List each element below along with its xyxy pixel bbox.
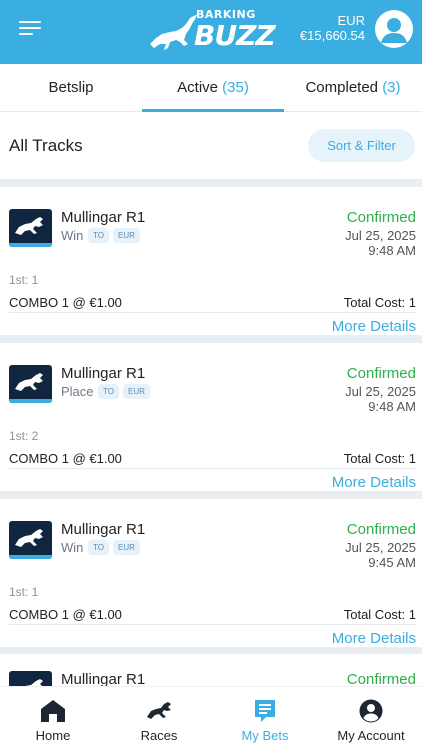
bet-type: Win	[61, 228, 84, 243]
tab-label: Betslip	[48, 79, 94, 96]
nav-label: Races	[140, 728, 178, 743]
nav-label: Home	[35, 728, 71, 743]
bet-date: Jul 25, 2025	[345, 228, 416, 243]
currency-badge: EUR	[113, 228, 140, 243]
bet-card[interactable]: Mullingar R1 Win TO EUR Confirmed Jul 25…	[0, 499, 422, 647]
greyhound-icon	[9, 365, 52, 403]
menu-icon[interactable]	[19, 20, 41, 36]
bet-type: Win	[61, 540, 84, 555]
bet-type: Place	[61, 384, 94, 399]
more-details-link[interactable]: More Details	[332, 630, 416, 647]
currency-badge: EUR	[123, 384, 150, 399]
tab-betslip[interactable]: Betslip	[0, 64, 142, 112]
tab-count: (35)	[222, 79, 249, 96]
nav-my-bets[interactable]: My Bets	[212, 687, 318, 751]
currency-badge: EUR	[113, 540, 140, 555]
avatar[interactable]	[375, 10, 413, 48]
bet-time: 9:48 AM	[368, 399, 416, 414]
user-icon	[381, 18, 407, 43]
race-name: Mullingar R1	[61, 209, 146, 226]
account-icon	[359, 699, 383, 723]
bet-card[interactable]: Mullingar R1 Win TO EUR Confirmed Jul 25…	[0, 187, 422, 335]
tab-count: (3)	[382, 79, 401, 96]
total-cost: Total Cost: 1	[343, 451, 416, 466]
balance-currency: EUR	[337, 13, 365, 28]
status-badge: Confirmed	[346, 209, 416, 226]
card-divider	[9, 468, 416, 469]
bet-time: 9:48 AM	[368, 243, 416, 258]
combo-text: COMBO 1 @ €1.00	[9, 295, 122, 310]
tracks-title: All Tracks	[9, 136, 83, 155]
app-header: BARKING BUZZ EUR €15,660.54	[0, 0, 422, 64]
total-cost: Total Cost: 1	[343, 295, 416, 310]
home-icon	[41, 700, 65, 722]
status-badge: Confirmed	[346, 521, 416, 538]
total-cost: Total Cost: 1	[343, 607, 416, 622]
nav-label: My Account	[337, 728, 405, 743]
race-name: Mullingar R1	[61, 365, 146, 382]
greyhound-icon	[9, 209, 52, 247]
selection-text: 1st: 1	[9, 585, 39, 599]
nav-label: My Bets	[241, 728, 289, 743]
race-name: Mullingar R1	[61, 671, 146, 686]
divider	[0, 646, 422, 654]
tote-badge: TO	[98, 384, 119, 399]
bet-time: 9:45 AM	[368, 555, 416, 570]
betslip-icon	[255, 700, 275, 722]
bet-tabs: Betslip Active (35) Completed (3)	[0, 64, 422, 112]
divider	[0, 179, 422, 187]
bet-date: Jul 25, 2025	[345, 384, 416, 399]
nav-races[interactable]: Races	[106, 687, 212, 751]
bottom-nav: Home Races My Bets My Account	[0, 686, 422, 750]
logo-text-main: BUZZ	[194, 19, 276, 52]
bet-card[interactable]: Mullingar R1 Confirmed	[0, 654, 422, 686]
brand-logo: BARKING BUZZ	[146, 4, 276, 60]
sort-filter-button[interactable]: Sort & Filter	[308, 129, 415, 162]
greyhound-icon	[9, 671, 52, 686]
status-badge: Confirmed	[346, 671, 416, 686]
card-divider	[9, 312, 416, 313]
divider	[0, 491, 422, 499]
more-details-link[interactable]: More Details	[332, 318, 416, 335]
selection-text: 1st: 2	[9, 429, 39, 443]
tab-active[interactable]: Active (35)	[142, 64, 284, 112]
more-details-link[interactable]: More Details	[332, 474, 416, 491]
tab-completed[interactable]: Completed (3)	[284, 64, 422, 112]
divider	[0, 335, 422, 343]
tab-label: Completed	[305, 79, 379, 96]
active-tab-indicator	[142, 109, 284, 112]
combo-text: COMBO 1 @ €1.00	[9, 607, 122, 622]
status-badge: Confirmed	[346, 365, 416, 382]
race-name: Mullingar R1	[61, 521, 146, 538]
nav-my-account[interactable]: My Account	[318, 687, 422, 751]
nav-home[interactable]: Home	[0, 687, 106, 751]
bet-card[interactable]: Mullingar R1 Place TO EUR Confirmed Jul …	[0, 343, 422, 491]
selection-text: 1st: 1	[9, 273, 39, 287]
tote-badge: TO	[88, 540, 109, 555]
greyhound-icon	[9, 521, 52, 559]
greyhound-icon	[147, 702, 171, 719]
balance-amount: €15,660.54	[299, 28, 365, 43]
tote-badge: TO	[88, 228, 109, 243]
tab-label: Active	[177, 79, 218, 96]
combo-text: COMBO 1 @ €1.00	[9, 451, 122, 466]
bet-date: Jul 25, 2025	[345, 540, 416, 555]
card-divider	[9, 624, 416, 625]
